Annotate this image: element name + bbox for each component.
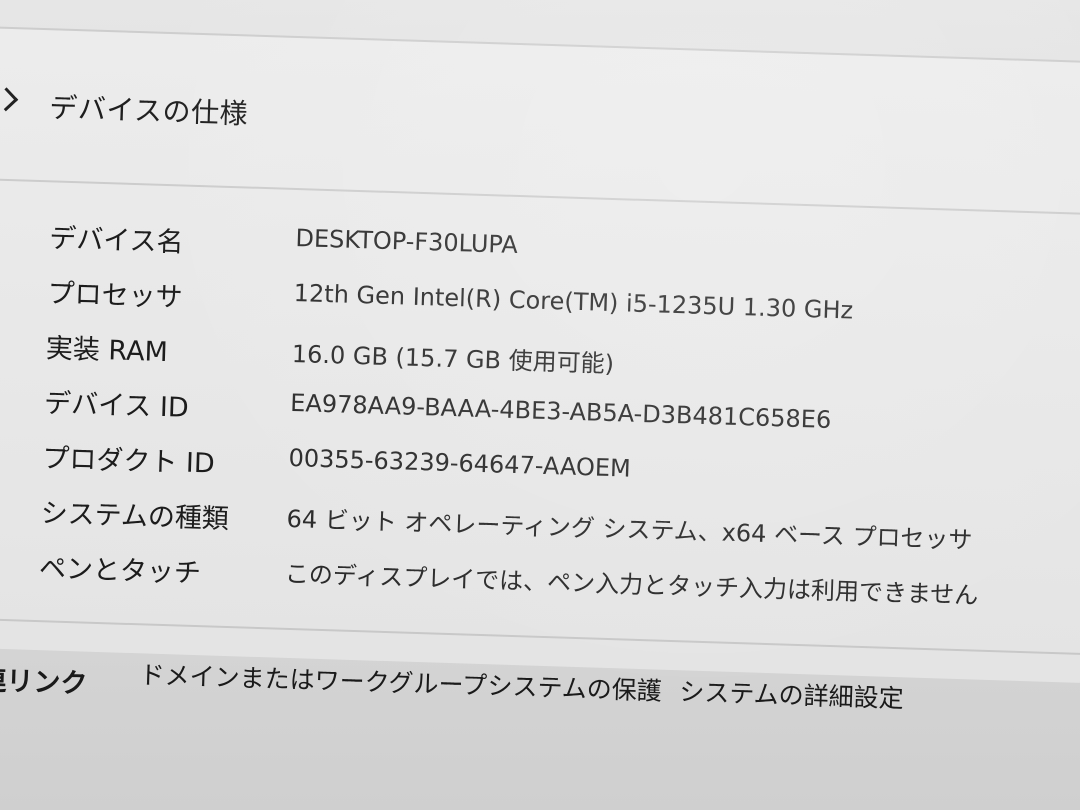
- advanced-system-settings-link[interactable]: システムの詳細設定: [679, 672, 904, 715]
- device-specs-card: デバイスの仕様 デバイス名 DESKTOP-F30LUPA プロセッサ 12th…: [0, 26, 1080, 745]
- spec-label: ペンとタッチ: [38, 553, 202, 590]
- settings-window: デバイスの仕様 デバイス名 DESKTOP-F30LUPA プロセッサ 12th…: [0, 0, 1080, 810]
- spec-label: デバイス名: [48, 223, 184, 259]
- chevron-up-icon[interactable]: [0, 87, 19, 112]
- related-links-label: 連リンク: [0, 665, 88, 700]
- spec-label: プロダクト ID: [41, 443, 216, 480]
- spec-label: システムの種類: [40, 498, 230, 536]
- spec-value: DESKTOP-F30LUPA: [295, 224, 519, 259]
- section-title: デバイスの仕様: [48, 91, 249, 131]
- system-protection-link[interactable]: システムの保護: [487, 666, 662, 707]
- spec-label: デバイス ID: [43, 388, 190, 424]
- spec-label: プロセッサ: [47, 278, 184, 314]
- specs-list: デバイス名 DESKTOP-F30LUPA プロセッサ 12th Gen Int…: [38, 216, 1050, 632]
- domain-workgroup-link[interactable]: ドメインまたはワークグループ: [139, 655, 487, 702]
- spec-label: 実装 RAM: [45, 333, 169, 369]
- related-links-bar: 連リンク ドメインまたはワークグループ システムの保護 システムの詳細設定: [0, 618, 1080, 745]
- device-specs-header[interactable]: デバイスの仕様: [0, 28, 1080, 216]
